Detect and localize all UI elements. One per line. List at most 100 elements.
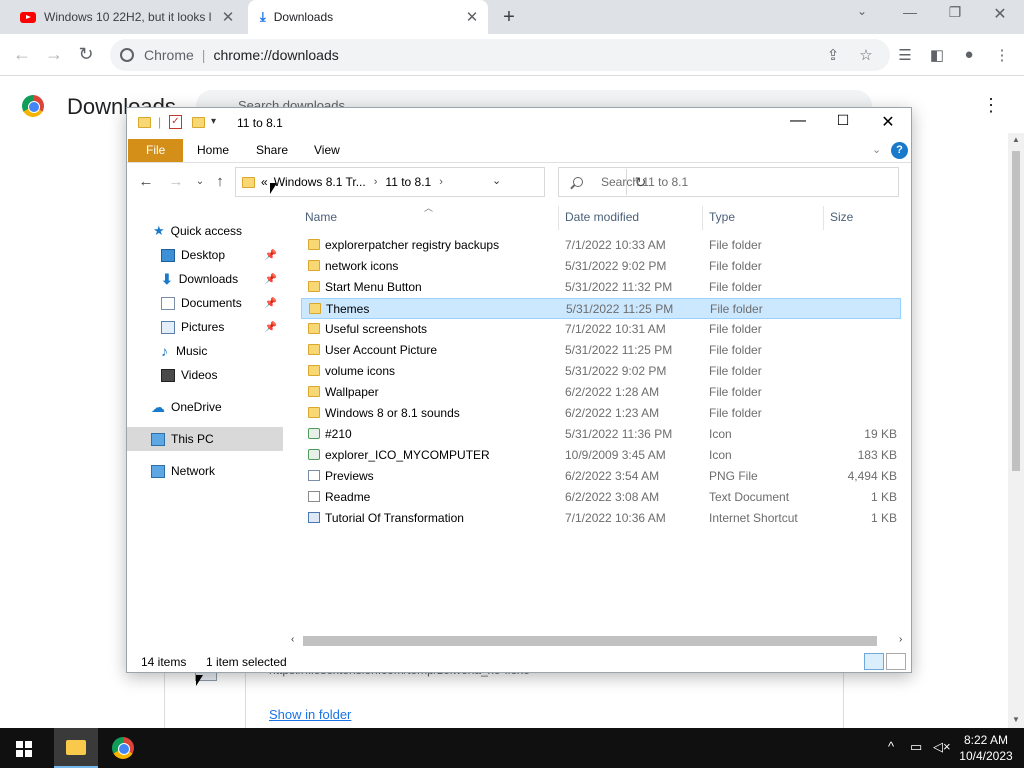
column-type[interactable]: Type <box>709 210 735 224</box>
bookmark-star-icon[interactable]: ☆ <box>855 46 877 64</box>
search-input[interactable]: Search 11 to 8.1 <box>558 167 899 197</box>
close-icon[interactable]: ✕ <box>873 112 903 132</box>
nav-onedrive[interactable]: ☁ OneDrive <box>127 395 283 419</box>
new-folder-icon[interactable] <box>192 117 205 128</box>
address-bar[interactable]: « Windows 8.1 Tr... › 11 to 8.1 › ⌄ ↻ <box>235 167 646 197</box>
column-name[interactable]: Name <box>305 210 337 224</box>
maximize-icon[interactable]: ☐ <box>828 112 858 129</box>
help-icon[interactable]: ? <box>891 142 908 159</box>
nav-this-pc[interactable]: This PC <box>127 427 283 451</box>
minimize-icon[interactable]: — <box>896 4 924 20</box>
side-panel-icon[interactable]: ◧ <box>926 46 948 64</box>
column-divider[interactable] <box>558 206 559 230</box>
reading-list-icon[interactable]: ☰ <box>894 46 916 64</box>
nav-desktop[interactable]: Desktop 📌 <box>127 243 283 267</box>
reload-icon[interactable]: ↻ <box>74 44 98 65</box>
back-icon[interactable]: ← <box>10 44 34 65</box>
taskbar-chrome-icon[interactable] <box>112 737 134 759</box>
scrollbar-thumb[interactable] <box>1012 151 1020 471</box>
file-row[interactable]: explorerpatcher registry backups 7/1/2022… <box>301 235 901 256</box>
file-row[interactable]: User Account Picture 5/31/2022 11:25 PM Fi… <box>301 340 901 361</box>
tab-close-icon[interactable]: ✕ <box>218 8 238 26</box>
chevron-right-icon[interactable]: › <box>439 176 443 188</box>
file-row[interactable]: Start Menu Button 5/31/2022 11:32 PM File … <box>301 277 901 298</box>
customize-qat-icon[interactable]: ▾ <box>211 116 216 127</box>
nav-network[interactable]: Network <box>127 459 283 483</box>
close-window-icon[interactable]: ✕ <box>986 4 1014 24</box>
taskbar-file-explorer[interactable] <box>54 728 98 768</box>
breadcrumb-item[interactable]: 11 to 8.1 <box>385 175 431 189</box>
horizontal-scrollbar[interactable]: ‹ › <box>287 634 911 648</box>
forward-icon[interactable]: → <box>167 173 185 190</box>
scrollbar-thumb[interactable] <box>303 636 877 646</box>
show-hidden-icons-icon[interactable]: ^ <box>888 739 894 754</box>
address-bar[interactable]: Chrome | chrome://downloads <box>110 39 890 71</box>
nav-quick-access[interactable]: ★ Quick access <box>127 219 283 243</box>
expand-ribbon-icon[interactable]: ⌄ <box>872 143 881 156</box>
tab-share[interactable]: Share <box>244 139 300 162</box>
address-dropdown-icon[interactable]: ⌄ <box>492 174 501 187</box>
file-row[interactable]: Tutorial Of Transformation 7/1/2022 10:36… <box>301 508 901 529</box>
file-date: 5/31/2022 11:25 PM <box>566 302 674 316</box>
scroll-right-icon[interactable]: › <box>899 634 902 645</box>
chrome-menu-icon[interactable]: ⋮ <box>991 46 1013 64</box>
back-icon[interactable]: ← <box>137 173 155 190</box>
properties-icon[interactable]: ✓ <box>169 115 182 129</box>
pin-icon[interactable]: 📌 <box>265 298 277 309</box>
forward-icon[interactable]: → <box>42 44 66 65</box>
nav-documents[interactable]: Documents 📌 <box>127 291 283 315</box>
network-status-icon[interactable]: ▭ <box>910 739 922 755</box>
explorer-title-bar[interactable]: | ✓ ▾ 11 to 8.1 — ☐ ✕ <box>127 108 911 139</box>
breadcrumb-overflow[interactable]: « <box>261 175 268 189</box>
restore-icon[interactable]: ❐ <box>941 4 969 21</box>
downloads-menu-icon[interactable]: ⋮ <box>982 95 1000 116</box>
file-row[interactable]: Themes 5/31/2022 11:25 PM File folder <box>301 298 901 319</box>
file-row[interactable]: Readme 6/2/2022 3:08 AM Text Document 1 KB <box>301 487 901 508</box>
tab-view[interactable]: View <box>302 139 352 162</box>
nav-pictures[interactable]: Pictures 📌 <box>127 315 283 339</box>
file-row[interactable]: explorer_ICO_MYCOMPUTER 10/9/2009 3:45 AM… <box>301 445 901 466</box>
page-scrollbar[interactable]: ▲ ▼ <box>1008 133 1024 728</box>
show-in-folder-link[interactable]: Show in folder <box>269 707 351 722</box>
chevron-right-icon[interactable]: › <box>374 176 378 188</box>
details-view-icon[interactable] <box>864 653 884 670</box>
tab-home[interactable]: Home <box>185 139 241 162</box>
tab-close-icon[interactable]: ✕ <box>462 8 482 26</box>
scroll-up-icon[interactable]: ▲ <box>1008 135 1024 144</box>
file-name: Previews <box>325 469 374 483</box>
file-row[interactable]: Wallpaper 6/2/2022 1:28 AM File folder <box>301 382 901 403</box>
scroll-left-icon[interactable]: ‹ <box>291 634 294 645</box>
large-icons-view-icon[interactable] <box>886 653 906 670</box>
column-divider[interactable] <box>823 206 824 230</box>
tab-downloads[interactable]: ⤓ Downloads ✕ <box>248 0 488 34</box>
tab-youtube[interactable]: Windows 10 22H2, but it looks l ✕ <box>8 0 244 34</box>
tab-file[interactable]: File <box>128 139 183 162</box>
recent-locations-icon[interactable]: ⌄ <box>191 176 209 187</box>
file-row[interactable]: Previews 6/2/2022 3:54 AM PNG File 4,494 KB <box>301 466 901 487</box>
nav-downloads[interactable]: ⬇ Downloads 📌 <box>127 267 283 291</box>
nav-videos[interactable]: Videos <box>127 363 283 387</box>
file-row[interactable]: #210 5/31/2022 11:36 PM Icon 19 KB <box>301 424 901 445</box>
up-icon[interactable]: ↑ <box>211 173 229 190</box>
new-tab-button[interactable]: + <box>498 6 520 29</box>
file-row[interactable]: Useful screenshots 7/1/2022 10:31 AM File … <box>301 319 901 340</box>
system-clock[interactable]: 8:22 AM 10/4/2023 <box>956 732 1016 764</box>
file-row[interactable]: network icons 5/31/2022 9:02 PM File folde… <box>301 256 901 277</box>
file-row[interactable]: volume icons 5/31/2022 9:02 PM File folder <box>301 361 901 382</box>
minimize-icon[interactable]: — <box>783 112 813 130</box>
column-size[interactable]: Size <box>830 210 853 224</box>
nav-music[interactable]: ♪ Music <box>127 339 283 363</box>
column-divider[interactable] <box>702 206 703 230</box>
windows-start-icon[interactable] <box>16 741 32 757</box>
file-row[interactable]: Windows 8 or 8.1 sounds 6/2/2022 1:23 AM F… <box>301 403 901 424</box>
pin-icon[interactable]: 📌 <box>265 274 277 285</box>
column-date[interactable]: Date modified <box>565 210 639 224</box>
tab-search-icon[interactable]: ⌄ <box>848 4 876 18</box>
pin-icon[interactable]: 📌 <box>265 250 277 261</box>
volume-muted-icon[interactable]: ◁× <box>933 739 951 755</box>
scroll-down-icon[interactable]: ▼ <box>1008 715 1024 724</box>
pin-icon[interactable]: 📌 <box>265 322 277 333</box>
profile-icon[interactable]: ● <box>958 46 980 63</box>
share-icon[interactable]: ⇪ <box>822 46 844 64</box>
breadcrumb-item[interactable]: Windows 8.1 Tr... <box>274 175 366 189</box>
